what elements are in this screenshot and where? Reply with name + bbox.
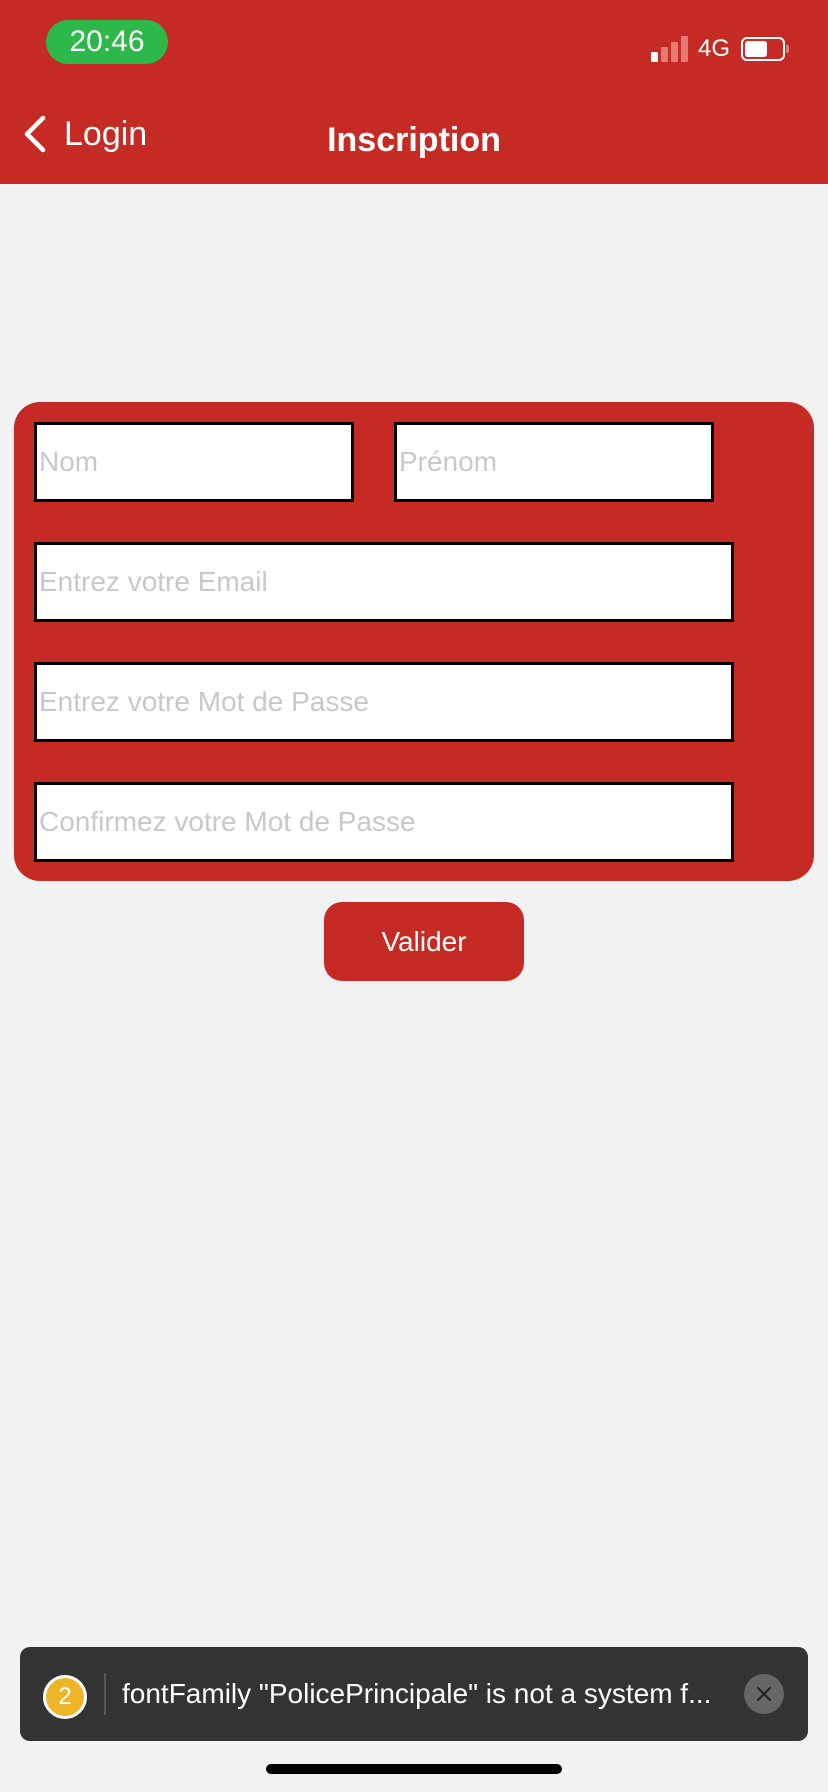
nom-input[interactable] bbox=[34, 422, 354, 502]
confirm-password-input[interactable] bbox=[34, 782, 734, 862]
page-title: Inscription bbox=[327, 121, 501, 159]
signal-icon bbox=[651, 36, 691, 62]
home-indicator bbox=[266, 1764, 562, 1774]
status-bar: 20:46 4G bbox=[0, 0, 828, 90]
toast-divider bbox=[104, 1673, 106, 1715]
submit-button[interactable]: Valider bbox=[324, 902, 524, 981]
network-type-label: 4G bbox=[698, 35, 731, 62]
warning-toast[interactable]: 2 fontFamily "PolicePrincipale" is not a… bbox=[20, 1647, 808, 1741]
battery-icon bbox=[741, 37, 789, 61]
navigation-bar: Login Inscription bbox=[0, 90, 828, 184]
password-input[interactable] bbox=[34, 662, 734, 742]
warning-count-badge: 2 bbox=[43, 1675, 87, 1719]
close-icon[interactable] bbox=[744, 1674, 784, 1714]
toast-message: fontFamily "PolicePrincipale" is not a s… bbox=[122, 1678, 712, 1709]
status-time: 20:46 bbox=[46, 20, 168, 64]
email-input[interactable] bbox=[34, 542, 734, 622]
prenom-input[interactable] bbox=[394, 422, 714, 502]
signup-form-card bbox=[14, 402, 814, 881]
